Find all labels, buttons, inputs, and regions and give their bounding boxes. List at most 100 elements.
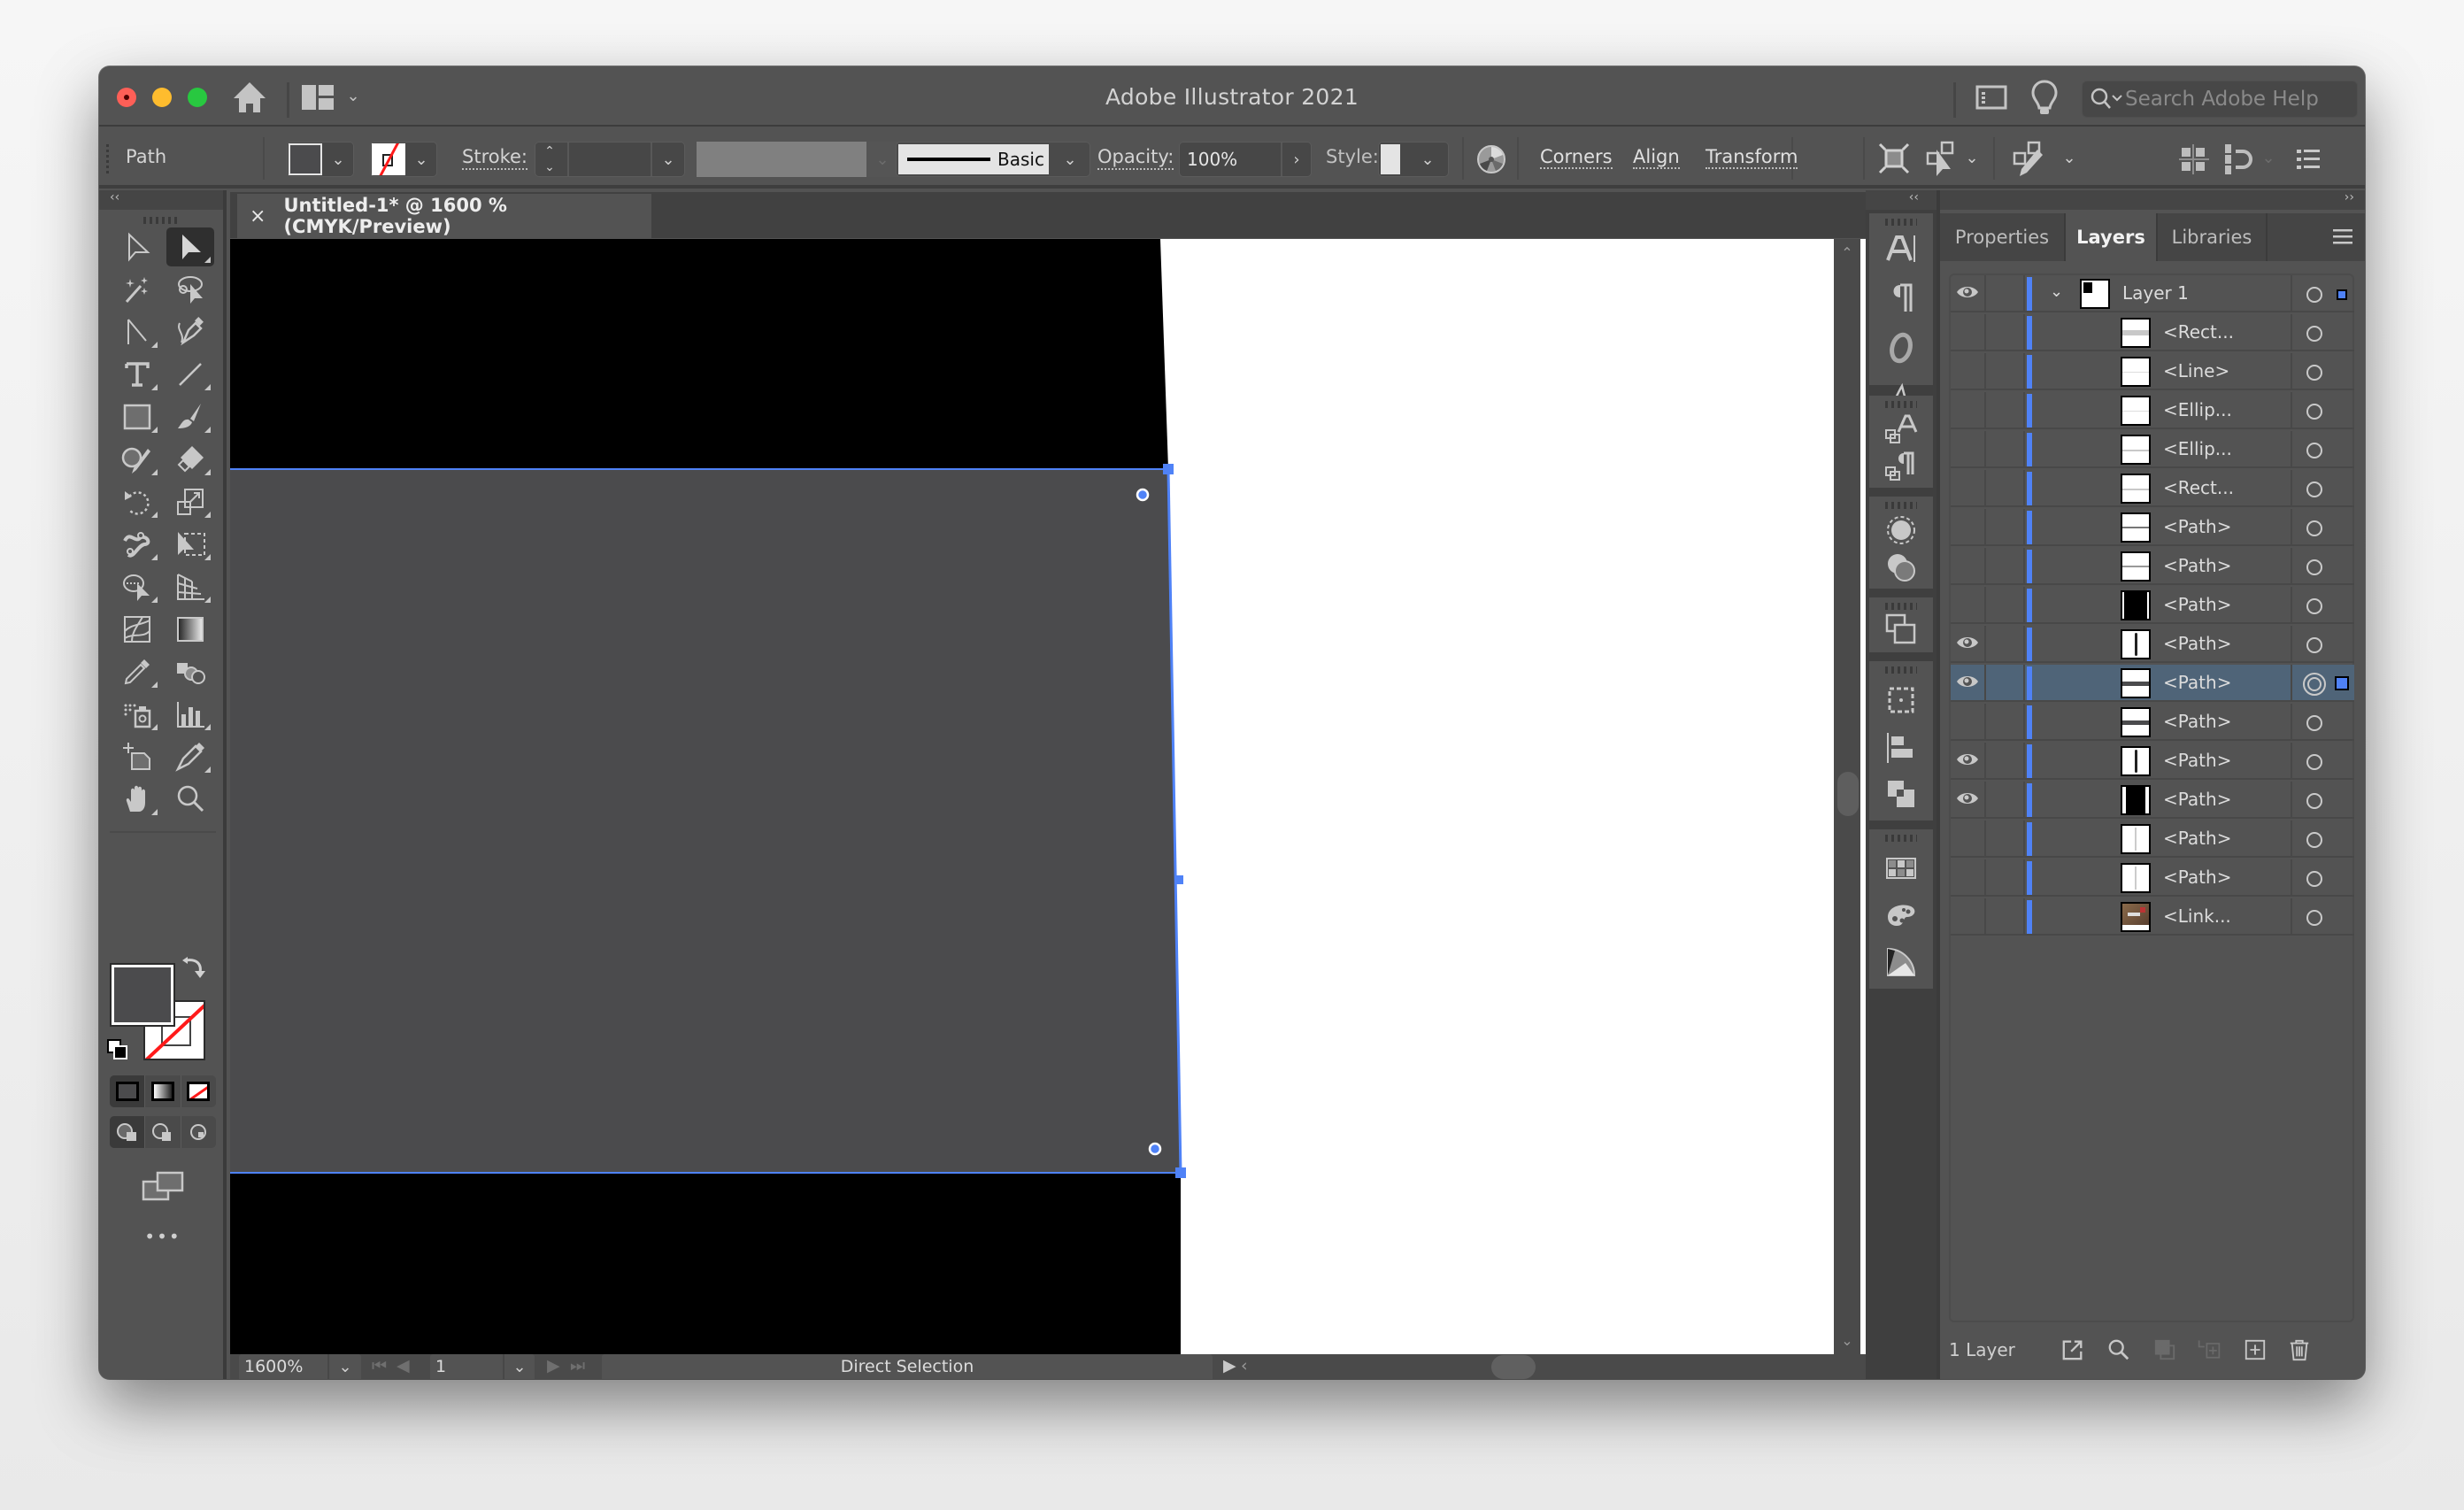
target-circle-icon[interactable] xyxy=(2306,520,2322,536)
chevron-down-icon[interactable]: ⌄ xyxy=(2059,144,2080,171)
hand-tool[interactable] xyxy=(113,780,161,819)
visibility-toggle[interactable] xyxy=(1951,704,1986,741)
lock-toggle[interactable] xyxy=(1988,392,2025,429)
visibility-toggle[interactable] xyxy=(1951,431,1986,468)
target-circle-icon[interactable] xyxy=(2306,482,2322,497)
anchor-point[interactable] xyxy=(1175,1167,1186,1178)
layer-name[interactable]: <Line> xyxy=(2163,360,2229,381)
layer-row[interactable]: <Rect... xyxy=(1951,314,2354,351)
first-artboard-icon[interactable]: ⏮ xyxy=(372,1356,387,1375)
change-screen-mode-icon[interactable] xyxy=(142,1171,184,1201)
layer-name[interactable]: <Path> xyxy=(2163,711,2231,732)
layer-name[interactable]: <Path> xyxy=(2163,633,2231,654)
artboard-number-dropdown[interactable]: 1 ⌄ xyxy=(430,1354,535,1379)
layer-row-layer-1[interactable]: ⌄ Layer 1 xyxy=(1951,275,2354,312)
target-circle-icon[interactable] xyxy=(2306,404,2322,420)
lock-toggle[interactable] xyxy=(1988,626,2025,663)
lock-toggle[interactable] xyxy=(1988,704,2025,741)
horizontal-scroll-thumb[interactable] xyxy=(1491,1355,1536,1379)
lightbulb-icon[interactable] xyxy=(2029,79,2060,118)
panel-menu-icon[interactable] xyxy=(2329,226,2356,247)
locate-object-icon[interactable] xyxy=(2106,1337,2131,1362)
panel-grip[interactable] xyxy=(1885,502,1917,509)
target-circle-icon[interactable] xyxy=(2306,910,2322,926)
target-circle-icon[interactable] xyxy=(2303,673,2326,696)
close-tab-icon[interactable]: × xyxy=(250,205,266,227)
paragraph-styles-icon[interactable] xyxy=(1883,449,1919,484)
layer-name[interactable]: <Path> xyxy=(2163,672,2231,693)
target-circle-icon[interactable] xyxy=(2306,637,2322,653)
fill-color-dropdown[interactable]: ⌄ xyxy=(287,142,354,177)
increment-icon[interactable]: ⌃ xyxy=(535,143,564,160)
swap-fill-stroke-icon[interactable] xyxy=(181,957,207,982)
scroll-down-icon[interactable]: ⌄ xyxy=(1834,1332,1860,1349)
last-artboard-icon[interactable]: ⏭ xyxy=(570,1356,585,1375)
select-similar-icon[interactable] xyxy=(1924,141,1960,178)
black-shape-bottom[interactable] xyxy=(230,1173,1181,1354)
puppet-warp-tool[interactable] xyxy=(113,525,161,564)
layer-name[interactable]: <Path> xyxy=(2163,750,2231,771)
visibility-toggle[interactable] xyxy=(1951,859,1986,897)
eraser-tool[interactable] xyxy=(166,440,214,479)
visibility-toggle[interactable] xyxy=(1951,353,1986,390)
artboard-tool[interactable] xyxy=(113,737,161,776)
color-guide-panel-icon[interactable] xyxy=(1883,944,1919,980)
isolate-selected-icon[interactable] xyxy=(1878,143,1910,174)
visibility-toggle[interactable] xyxy=(1951,314,1986,351)
appearance-panel-icon[interactable] xyxy=(1883,512,1919,548)
zoom-tool[interactable] xyxy=(166,780,214,819)
selected-path[interactable] xyxy=(230,469,1181,1173)
brush-definition-dropdown[interactable]: Basic ⌄ xyxy=(896,142,1090,177)
gradient-tool[interactable] xyxy=(166,610,214,649)
panel-grip[interactable] xyxy=(1885,603,1917,610)
panel-grip[interactable] xyxy=(143,217,179,224)
grip-handle[interactable] xyxy=(106,144,109,176)
selection-indicator[interactable] xyxy=(2335,676,2349,690)
visibility-toggle[interactable] xyxy=(1951,509,1986,546)
draw-inside-button[interactable] xyxy=(181,1116,216,1148)
lock-toggle[interactable] xyxy=(1988,548,2025,585)
swatches-panel-icon[interactable] xyxy=(1883,851,1919,886)
target-circle-icon[interactable] xyxy=(2306,598,2322,614)
lock-toggle[interactable] xyxy=(1988,665,2025,702)
lock-toggle[interactable] xyxy=(1988,859,2025,897)
expand-layer-chevron-icon[interactable]: ⌄ xyxy=(2050,282,2063,301)
chevron-down-icon[interactable]: ⌄ xyxy=(1961,144,1983,171)
visibility-toggle[interactable] xyxy=(1951,898,1986,936)
create-new-layer-icon[interactable] xyxy=(2243,1337,2268,1362)
live-corner-widget[interactable] xyxy=(1148,1142,1162,1156)
recolor-artwork-icon[interactable] xyxy=(1476,144,1506,174)
brushes-panel-icon[interactable] xyxy=(1883,898,1919,934)
lock-toggle[interactable] xyxy=(1988,743,2025,780)
edit-toolbar-button[interactable]: ••• xyxy=(99,1226,227,1247)
target-circle-icon[interactable] xyxy=(2306,287,2322,303)
scroll-thumb[interactable] xyxy=(1837,772,1859,816)
tab-properties[interactable]: Properties xyxy=(1940,213,2066,261)
layer-row[interactable]: <Path> xyxy=(1951,509,2354,546)
draw-behind-button[interactable] xyxy=(145,1116,181,1148)
decrement-icon[interactable]: ⌄ xyxy=(535,158,564,176)
layer-name[interactable]: <Path> xyxy=(2163,555,2231,576)
layer-row[interactable]: <Path> xyxy=(1951,820,2354,858)
layer-name[interactable]: <Path> xyxy=(2163,516,2231,537)
artboards-panel-icon[interactable] xyxy=(1883,612,1919,647)
target-circle-icon[interactable] xyxy=(2306,832,2322,848)
perspective-grid-tool[interactable] xyxy=(166,567,214,606)
align-to-pixel-grid-icon[interactable] xyxy=(2179,144,2209,174)
mesh-tool[interactable] xyxy=(113,610,161,649)
panel-grip[interactable] xyxy=(1885,401,1917,408)
target-circle-icon[interactable] xyxy=(2306,715,2322,731)
expand-panels-button[interactable]: ›› xyxy=(1940,190,2365,210)
align-link[interactable]: Align xyxy=(1633,146,1680,169)
visibility-toggle[interactable] xyxy=(1951,587,1986,624)
stroke-none-swatch[interactable] xyxy=(372,143,405,175)
lock-toggle[interactable] xyxy=(1988,470,2025,507)
paintbrush-tool[interactable] xyxy=(166,397,214,436)
rotate-tool[interactable] xyxy=(113,482,161,521)
anchor-point-tool[interactable] xyxy=(113,312,161,351)
collapse-panels-button[interactable]: ‹‹ xyxy=(1866,190,1937,210)
target-circle-icon[interactable] xyxy=(2306,754,2322,770)
symbol-sprayer-tool[interactable] xyxy=(113,695,161,734)
layer-row[interactable]: <Path> xyxy=(1951,743,2354,780)
snap-to-pixel-icon[interactable] xyxy=(2223,143,2253,176)
